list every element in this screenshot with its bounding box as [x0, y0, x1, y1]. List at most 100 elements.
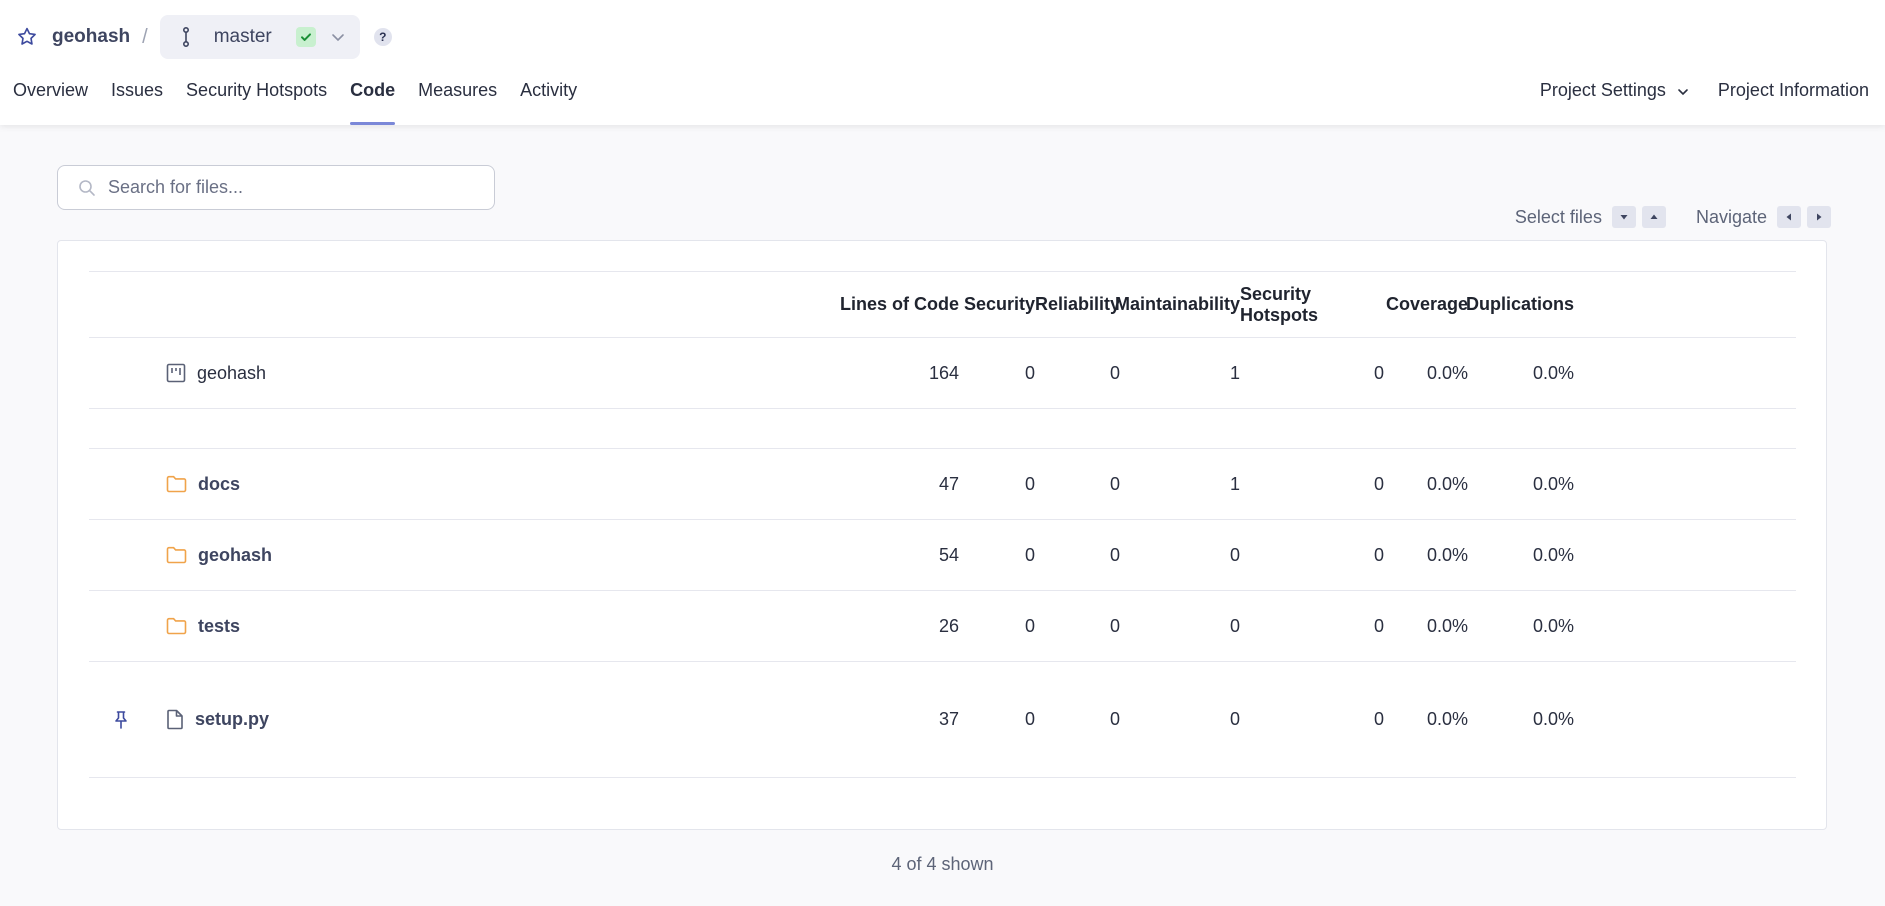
cell-duplications[interactable]: 0.0% [1468, 520, 1574, 590]
cell-coverage[interactable]: 0.0% [1384, 520, 1468, 590]
help-icon[interactable]: ? [373, 28, 392, 46]
tab-measures[interactable]: Measures [418, 80, 497, 125]
file-link-setup-py[interactable]: setup.py [195, 709, 269, 730]
cell-duplications[interactable]: 0.0% [1468, 338, 1574, 408]
table-header-row: Lines of Code Security Reliability Maint… [89, 272, 1796, 338]
select-down-button[interactable] [1611, 206, 1636, 228]
cell-lines-of-code[interactable]: 26 [809, 591, 959, 661]
cell-security[interactable]: 0 [959, 520, 1035, 590]
pin-icon [115, 710, 127, 729]
breadcrumb-separator: / [142, 25, 148, 48]
project-settings-label: Project Settings [1539, 80, 1666, 100]
cell-security-hotspots[interactable]: 0 [1240, 662, 1384, 777]
quality-gate-badge [295, 27, 316, 47]
file-icon [167, 709, 183, 730]
cell-coverage[interactable]: 0.0% [1384, 449, 1468, 519]
folder-link-geohash[interactable]: geohash [198, 545, 272, 566]
cell-security-hotspots[interactable]: 0 [1240, 591, 1384, 661]
breadcrumb: geohash / master ? [16, 14, 392, 60]
table-spacer-row [89, 409, 1796, 449]
top-bar: geohash / master ? Overview Issues Secur… [0, 0, 1885, 125]
cell-security[interactable]: 0 [959, 449, 1035, 519]
chevron-down-icon [331, 34, 344, 42]
cell-lines-of-code[interactable]: 164 [809, 338, 959, 408]
cell-security-hotspots[interactable]: 0 [1240, 520, 1384, 590]
column-header-duplications[interactable]: Duplications [1466, 272, 1574, 337]
cell-security-hotspots[interactable]: 0 [1240, 449, 1384, 519]
branch-name: master [213, 26, 272, 47]
tab-activity[interactable]: Activity [520, 80, 577, 125]
cell-security[interactable]: 0 [959, 591, 1035, 661]
cell-security[interactable]: 0 [959, 338, 1035, 408]
star-icon[interactable] [16, 26, 38, 48]
table-row[interactable]: geohash 54 0 0 0 0 0.0% 0.0% [89, 520, 1796, 591]
branch-selector[interactable]: master [159, 15, 360, 59]
tab-code[interactable]: Code [350, 80, 396, 125]
cell-maintainability[interactable]: 0 [1120, 520, 1240, 590]
check-icon [300, 33, 311, 41]
caret-up-icon [1650, 214, 1658, 219]
select-files-label: Select files [1514, 206, 1602, 227]
caret-down-icon [1620, 215, 1628, 220]
cell-reliability[interactable]: 0 [1035, 338, 1120, 408]
chevron-down-icon [1678, 89, 1688, 96]
project-settings-menu[interactable]: Project Settings [1540, 80, 1690, 125]
caret-left-icon [1786, 213, 1791, 221]
cell-maintainability[interactable]: 1 [1120, 338, 1240, 408]
folder-link-docs[interactable]: docs [198, 474, 240, 495]
cell-lines-of-code[interactable]: 54 [809, 520, 959, 590]
search-input[interactable] [108, 177, 488, 198]
pin-button[interactable] [113, 662, 129, 777]
column-header-lines-of-code[interactable]: Lines of Code [809, 272, 959, 337]
cell-lines-of-code[interactable]: 47 [809, 449, 959, 519]
folder-icon [166, 475, 187, 493]
folder-link-tests[interactable]: tests [198, 616, 240, 637]
project-information-link[interactable]: Project Information [1718, 80, 1869, 125]
cell-duplications[interactable]: 0.0% [1468, 449, 1574, 519]
cell-maintainability[interactable]: 0 [1120, 662, 1240, 777]
project-root-link[interactable]: geohash [197, 363, 266, 384]
navigate-right-button[interactable] [1807, 206, 1831, 228]
column-header-maintainability[interactable]: Maintainability [1115, 272, 1240, 337]
cell-security[interactable]: 0 [959, 662, 1035, 777]
cell-coverage[interactable]: 0.0% [1384, 591, 1468, 661]
tab-overview[interactable]: Overview [13, 80, 88, 125]
cell-reliability[interactable]: 0 [1035, 449, 1120, 519]
cell-reliability[interactable]: 0 [1035, 591, 1120, 661]
row-name: docs [166, 449, 240, 519]
row-name: geohash [166, 338, 266, 408]
select-up-button[interactable] [1641, 206, 1666, 228]
table-row[interactable]: docs 47 0 0 1 0 0.0% 0.0% [89, 449, 1796, 520]
project-name-link[interactable]: geohash [52, 26, 130, 48]
cell-maintainability[interactable]: 0 [1120, 591, 1240, 661]
cell-reliability[interactable]: 0 [1035, 520, 1120, 590]
column-header-coverage[interactable]: Coverage [1384, 272, 1468, 337]
cell-lines-of-code[interactable]: 37 [809, 662, 959, 777]
row-name: setup.py [166, 662, 269, 777]
table-row[interactable]: tests 26 0 0 0 0 0.0% 0.0% [89, 591, 1796, 662]
column-header-reliability[interactable]: Reliability [1035, 272, 1120, 337]
project-nav-right: Project Settings Project Information [1512, 80, 1869, 125]
table-row[interactable]: setup.py 37 0 0 0 0 0.0% 0.0% [89, 662, 1796, 778]
project-icon [166, 363, 186, 383]
folder-icon [166, 546, 187, 564]
navigate-left-button[interactable] [1777, 206, 1801, 228]
column-header-security-hotspots[interactable]: Security Hotspots [1240, 272, 1384, 337]
tab-issues[interactable]: Issues [111, 80, 163, 125]
caret-right-icon [1817, 213, 1822, 221]
project-nav: Overview Issues Security Hotspots Code M… [13, 80, 600, 125]
code-table-panel: Lines of Code Security Reliability Maint… [57, 240, 1827, 830]
column-header-security[interactable]: Security [959, 272, 1035, 337]
tab-security-hotspots[interactable]: Security Hotspots [186, 80, 327, 125]
cell-coverage[interactable]: 0.0% [1384, 662, 1468, 777]
table-row[interactable]: geohash 164 0 0 1 0 0.0% 0.0% [89, 338, 1796, 409]
cell-coverage[interactable]: 0.0% [1384, 338, 1468, 408]
cell-maintainability[interactable]: 1 [1120, 449, 1240, 519]
cell-security-hotspots[interactable]: 0 [1240, 338, 1384, 408]
cell-duplications[interactable]: 0.0% [1468, 662, 1574, 777]
branch-icon [182, 26, 189, 48]
cell-duplications[interactable]: 0.0% [1468, 591, 1574, 661]
row-name: tests [166, 591, 240, 661]
file-search-box[interactable] [57, 165, 495, 210]
cell-reliability[interactable]: 0 [1035, 662, 1120, 777]
